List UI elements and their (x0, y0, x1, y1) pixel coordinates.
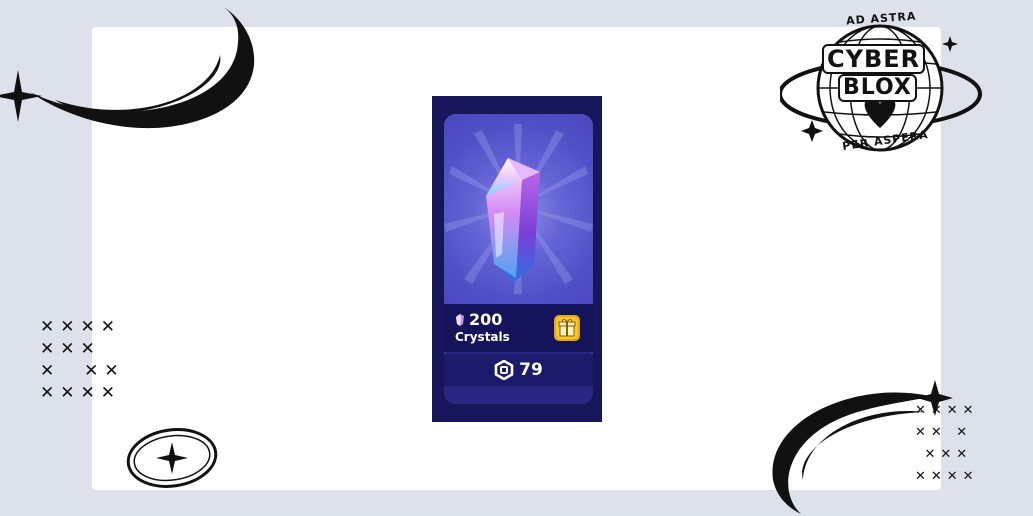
price-line: 79 (444, 354, 593, 386)
mini-crystal-icon (456, 313, 464, 326)
card-bottom-edge (444, 386, 593, 404)
crystal-amount: 200 (469, 310, 503, 329)
price-row[interactable]: 79 (444, 354, 593, 386)
x-pattern-left: ✕✕✕✕ ✕✕✕ ✕ ✕✕ ✕✕✕✕ (40, 317, 125, 403)
price-value: 79 (519, 360, 543, 380)
product-name: Crystals (455, 330, 510, 344)
ring-sparkle-decoration (126, 428, 218, 488)
product-info-row: 200 Crystals (444, 304, 593, 352)
product-image-area (444, 114, 593, 304)
logo-word-2: BLOX (838, 74, 917, 102)
crystal-icon (486, 158, 540, 282)
amount-line: 200 (456, 310, 502, 329)
swoosh-decoration-top-left (0, 6, 255, 129)
robux-icon (494, 360, 514, 380)
gift-icon[interactable] (554, 315, 580, 341)
logo-word-1: CYBER (822, 44, 926, 74)
crystal-pack-card[interactable]: 200 Crystals 79 (444, 114, 593, 404)
x-pattern-right: ✕✕✕✕ ✕✕ ✕ ✕✕✕ ✕✕✕✕ (915, 403, 979, 484)
